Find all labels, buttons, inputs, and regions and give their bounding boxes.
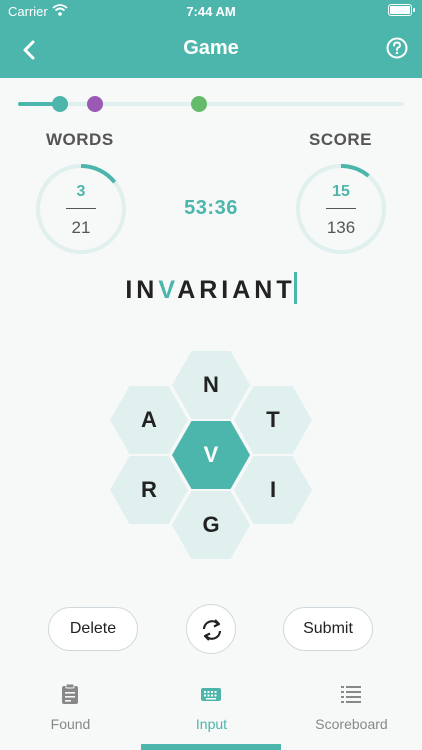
words-ring: 3 21 — [35, 163, 127, 255]
page-title: Game — [183, 37, 239, 59]
shuffle-button[interactable] — [186, 604, 236, 654]
milestone-dot — [191, 96, 208, 112]
tab-found-label: Found — [50, 716, 91, 732]
list-icon — [341, 686, 361, 703]
hex-letter-top[interactable]: N — [172, 351, 250, 419]
score-label: SCORE — [309, 130, 372, 149]
clipboard-icon — [62, 683, 78, 704]
score-ring: 15 136 — [295, 163, 387, 255]
milestone-dot — [52, 96, 69, 112]
active-tab-indicator — [141, 744, 281, 750]
milestone-dot — [87, 96, 104, 112]
question-circle-icon — [386, 37, 408, 59]
help-button[interactable] — [386, 37, 408, 59]
words-label: WORDS — [46, 130, 114, 149]
words-found: 3 — [76, 183, 86, 200]
words-total: 21 — [71, 218, 91, 237]
current-word-suffix: ARIANT — [177, 276, 296, 304]
hex-letter-upper-right[interactable]: T — [234, 386, 312, 454]
submit-button[interactable]: Submit — [283, 607, 373, 651]
hex-letter-lower-right[interactable]: I — [234, 456, 312, 524]
current-word-prefix: IN — [125, 276, 159, 304]
status-bar: Carrier 7:44 AM — [0, 0, 422, 22]
shuffle-icon — [202, 619, 222, 641]
score-total: 136 — [326, 218, 356, 237]
keyboard-icon — [201, 688, 221, 701]
status-time: 7:44 AM — [186, 4, 236, 19]
tab-input-label: Input — [195, 716, 228, 732]
delete-button[interactable]: Delete — [48, 607, 138, 651]
nav-bar: Game — [0, 22, 422, 78]
tab-scoreboard-label: Scoreboard — [315, 716, 388, 732]
progress-track — [18, 96, 404, 112]
tab-scoreboard[interactable]: Scoreboard — [281, 672, 422, 750]
hex-letter-bottom[interactable]: G — [172, 491, 250, 559]
tab-bar: Found Input Scoreboard — [0, 672, 422, 750]
game-timer: 53:36 — [184, 197, 238, 219]
current-word: INVARIANT — [0, 272, 422, 305]
hex-letter-lower-left[interactable]: R — [110, 456, 188, 524]
current-word-center-letter: V — [158, 276, 178, 304]
hex-letter-upper-left[interactable]: A — [110, 386, 188, 454]
score-current: 15 — [332, 183, 350, 200]
text-cursor — [293, 272, 297, 304]
top-bar: Carrier 7:44 AM Game — [0, 0, 422, 78]
tab-found[interactable]: Found — [0, 672, 141, 750]
hex-letter-center[interactable]: V — [172, 421, 250, 489]
tab-input[interactable]: Input — [141, 672, 282, 750]
battery-icon — [388, 4, 415, 16]
